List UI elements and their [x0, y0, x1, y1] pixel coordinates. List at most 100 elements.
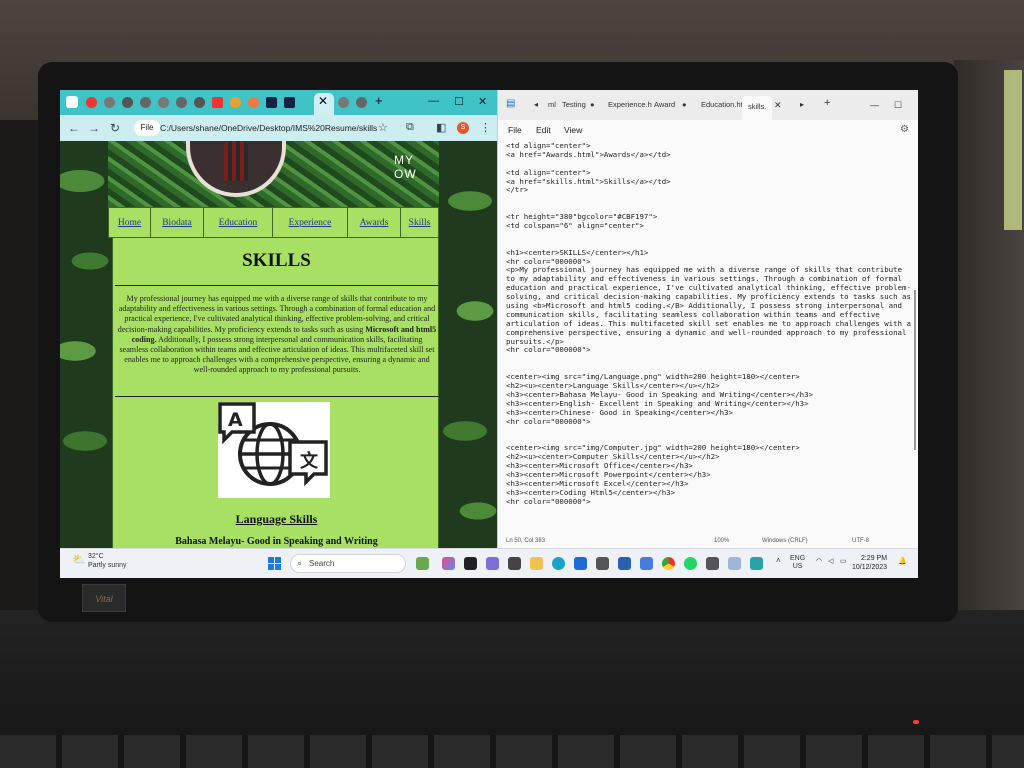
editor-tab-active[interactable]: skills. [742, 96, 773, 120]
tab-icon[interactable] [140, 97, 151, 108]
bookmark-star-icon[interactable]: ☆ [378, 121, 388, 134]
nav-link-awards[interactable]: Awards [348, 208, 401, 237]
nav-link-skills[interactable]: Skills [401, 208, 438, 237]
chat-icon[interactable] [486, 557, 499, 570]
whatsapp-icon[interactable] [684, 557, 697, 570]
editor-tab[interactable]: Experience.h [608, 100, 652, 109]
tab-icon[interactable] [176, 97, 187, 108]
notification-bell-icon[interactable]: 🔔 [898, 558, 907, 566]
weather-widget[interactable]: ⛅ 32°C Partly sunny [72, 552, 127, 570]
close-icon[interactable]: ✕ [478, 95, 487, 108]
tab-icon[interactable] [356, 97, 367, 108]
new-tab-icon[interactable]: + [824, 97, 830, 109]
tab-icon[interactable] [122, 97, 133, 108]
back-icon[interactable]: ← [68, 121, 80, 135]
reload-icon[interactable]: ↻ [110, 121, 120, 135]
nav-link-home[interactable]: Home [109, 208, 151, 237]
code-line[interactable] [506, 195, 910, 204]
browser-window: ✕ + — ☐ ✕ ← → ↻ File C:/Users/shane/OneD… [60, 90, 497, 548]
code-line[interactable] [506, 355, 910, 364]
line-ending[interactable]: Windows (CRLF) [762, 538, 808, 544]
app-icon[interactable] [508, 557, 521, 570]
extensions-icon[interactable]: ⧉ [406, 121, 414, 134]
menu-view[interactable]: View [564, 125, 582, 135]
code-line[interactable] [506, 427, 910, 436]
code-editor[interactable]: <td align="center"> <a href="Awards.html"… [506, 141, 911, 507]
settings-gear-icon[interactable]: ⚙ [900, 124, 909, 135]
editor-tab[interactable]: ml [548, 100, 556, 109]
edge-icon[interactable] [552, 557, 565, 570]
tab-icon[interactable] [212, 97, 223, 108]
menu-edit[interactable]: Edit [536, 125, 551, 135]
tray-chevron-icon[interactable]: ˄ [776, 557, 781, 565]
nav-link-biodata[interactable]: Biodata [151, 208, 204, 237]
tab-icon[interactable] [266, 97, 277, 108]
page-banner: MY OW [108, 141, 439, 207]
google-tab-icon[interactable] [248, 97, 259, 108]
tab-icon[interactable] [338, 97, 349, 108]
battery-icon[interactable]: ▭ [840, 558, 847, 566]
code-line[interactable]: comprehensive perspective, ensuring a dy… [506, 328, 910, 338]
tab-icon[interactable] [230, 97, 241, 108]
minimize-icon[interactable]: — [428, 95, 439, 107]
url-field[interactable]: C:/Users/shane/OneDrive/Desktop/IMS%20Re… [160, 120, 378, 136]
app-icon[interactable] [706, 557, 719, 570]
tab-icon[interactable] [104, 97, 115, 108]
new-tab-icon[interactable]: + [375, 93, 383, 108]
code-line[interactable]: <hr color="000000"> [506, 497, 910, 507]
chrome-icon[interactable] [662, 557, 675, 570]
code-line[interactable]: <hr color="000000"> [506, 346, 910, 355]
youtube-tab-icon[interactable] [86, 97, 97, 108]
maximize-icon[interactable]: ☐ [454, 95, 464, 108]
tab-close-icon[interactable]: ✕ [774, 100, 782, 111]
editor-tab[interactable]: Education.ht [701, 100, 743, 109]
code-line[interactable] [506, 231, 910, 240]
nav-link-education[interactable]: Education [204, 208, 273, 237]
search-highlight-icon[interactable] [416, 557, 429, 570]
wifi-icon[interactable]: ◠ [816, 558, 822, 566]
task-view-icon[interactable] [464, 557, 477, 570]
tab-scroll-right-icon[interactable]: ▸ [800, 100, 804, 109]
browser-toolbar: ← → ↻ File C:/Users/shane/OneDrive/Deskt… [60, 115, 497, 141]
file-explorer-icon[interactable] [530, 557, 543, 570]
sidepanel-icon[interactable]: ◧ [436, 121, 446, 134]
taskbar-search[interactable]: ⌕ Search [290, 554, 406, 573]
tab-search-icon[interactable] [66, 96, 78, 108]
unsaved-dot-icon: ● [682, 100, 687, 109]
taskbar-clock[interactable]: 2:29 PM 10/12/2023 [852, 554, 887, 572]
zoom-level[interactable]: 100% [714, 538, 729, 544]
word-icon[interactable] [618, 557, 631, 570]
volume-icon[interactable]: ◁ [828, 558, 833, 566]
editor-scrollbar[interactable] [914, 290, 916, 450]
tab-icon[interactable] [158, 97, 169, 108]
code-line[interactable]: <hr color="000000"> [506, 417, 910, 427]
notepad-icon[interactable] [750, 557, 763, 570]
code-line[interactable]: </tr> [506, 186, 910, 195]
file-scheme-chip[interactable]: File [134, 120, 160, 136]
app-icon[interactable] [640, 557, 653, 570]
tab-close-icon[interactable]: ✕ [318, 94, 328, 108]
profile-avatar[interactable]: S [457, 122, 469, 134]
menu-kebab-icon[interactable]: ⋮ [480, 121, 491, 134]
nav-link-experience[interactable]: Experience [273, 208, 348, 237]
tab-scroll-left-icon[interactable]: ◂ [534, 100, 538, 109]
editor-tab[interactable]: Testing [562, 100, 586, 109]
code-line[interactable]: <a href="Awards.html">Awards</a></td> [506, 150, 910, 160]
code-line[interactable]: <td colspan="6" align="center"> [506, 221, 910, 231]
start-windows-icon[interactable] [268, 557, 281, 570]
maximize-icon[interactable]: ☐ [894, 100, 902, 111]
encoding[interactable]: UTF-8 [852, 538, 869, 544]
menu-file[interactable]: File [508, 125, 522, 135]
store-icon[interactable] [574, 557, 587, 570]
app-icon[interactable] [728, 557, 741, 570]
tab-icon[interactable] [284, 97, 295, 108]
minimize-icon[interactable]: — [870, 100, 879, 110]
tab-icon[interactable] [194, 97, 205, 108]
editor-tab[interactable]: Award [654, 100, 675, 109]
copilot-icon[interactable] [442, 557, 455, 570]
language-indicator[interactable]: ENG US [790, 555, 805, 571]
code-line[interactable]: <a href="skills.html">Skills</a></td> [506, 177, 910, 187]
app-icon[interactable] [596, 557, 609, 570]
forward-icon[interactable]: → [88, 121, 100, 135]
profile-photo [186, 141, 286, 197]
